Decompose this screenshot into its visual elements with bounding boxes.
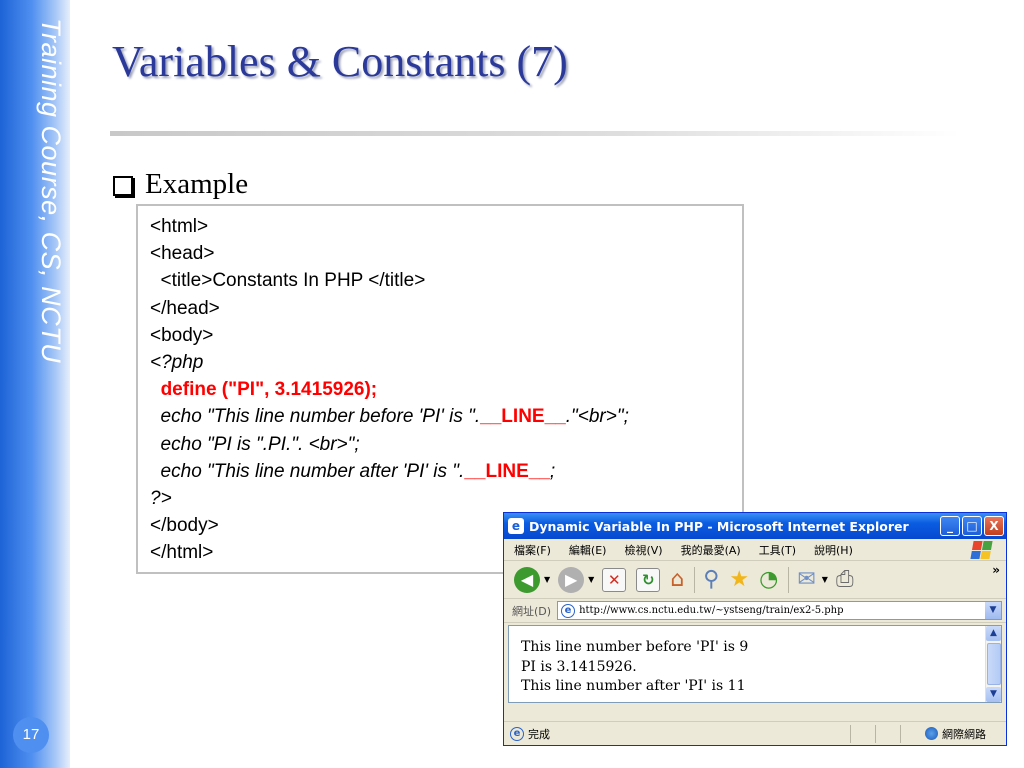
toolbar-separator <box>788 566 790 593</box>
bullet-text: Example <box>145 168 249 200</box>
browser-window: e Dynamic Variable In PHP - Microsoft In… <box>503 512 1007 746</box>
status-separator <box>875 724 876 743</box>
code-line: echo "This line number before 'PI' is ".… <box>150 403 742 430</box>
code-text: echo "PI is ".PI.". <br>"; <box>150 433 360 455</box>
back-dropdown-icon[interactable]: ▼ <box>544 575 550 584</box>
minimize-button[interactable]: _ <box>940 516 960 536</box>
home-icon[interactable]: ⌂ <box>670 567 684 593</box>
search-icon[interactable]: ⚲ <box>703 567 719 593</box>
scroll-down-icon[interactable]: ▼ <box>986 687 1001 702</box>
window-title: Dynamic Variable In PHP - Microsoft Inte… <box>529 518 909 534</box>
code-line: <html> <box>150 213 742 240</box>
ie-logo-icon: e <box>508 518 524 534</box>
toolbar-separator <box>694 566 696 593</box>
security-zone-text: 網際網路 <box>942 727 986 741</box>
toolbar-more-icon[interactable]: » <box>992 563 1000 577</box>
stop-icon[interactable]: ✕ <box>602 567 627 592</box>
address-dropdown-icon[interactable]: ▼ <box>985 602 1001 619</box>
code-text: </head> <box>150 297 220 319</box>
windows-logo-icon <box>970 541 993 559</box>
refresh-icon[interactable]: ↻ <box>636 567 661 592</box>
status-page-icon: e <box>510 726 524 741</box>
mail-dropdown-icon[interactable]: ▼ <box>822 575 828 584</box>
code-line: <?php <box>150 349 742 376</box>
output-line: PI is 3.1415926. <box>521 658 637 675</box>
back-icon[interactable]: ◀ <box>514 566 540 593</box>
internet-globe-icon <box>925 727 938 740</box>
forward-dropdown-icon[interactable]: ▼ <box>588 575 594 584</box>
code-line: <body> <box>150 322 742 349</box>
menu-favorites[interactable]: 我的最愛(A) <box>681 542 741 558</box>
address-url[interactable]: http://www.cs.nctu.edu.tw/~ystseng/train… <box>579 605 843 616</box>
checkbox-bullet-icon <box>113 175 133 196</box>
code-highlight: __LINE__ <box>480 406 566 428</box>
menu-file[interactable]: 檔案(F) <box>514 542 551 558</box>
page-number-badge: 17 <box>13 717 49 753</box>
code-text: <body> <box>150 324 214 346</box>
maximize-button[interactable]: □ <box>962 516 982 536</box>
scroll-thumb[interactable] <box>987 643 1001 685</box>
scroll-up-icon[interactable]: ▲ <box>986 626 1001 641</box>
status-separator <box>900 724 901 743</box>
code-highlight: __LINE__ <box>464 460 550 482</box>
slide-title: Variables & Constants (7) <box>112 37 568 86</box>
address-label: 網址(D) <box>512 604 552 618</box>
code-line: echo "PI is ".PI.". <br>"; <box>150 431 742 458</box>
code-text: <title>Constants In PHP </title> <box>150 270 426 292</box>
code-text: <html> <box>150 216 209 237</box>
address-bar: 網址(D) e http://www.cs.nctu.edu.tw/~ystse… <box>504 599 1006 623</box>
page-output: This line number before 'PI' is 9 PI is … <box>509 626 1001 697</box>
status-bar: e 完成 網際網路 <box>504 721 1006 745</box>
output-line: This line number after 'PI' is 11 <box>521 678 746 694</box>
code-line: </head> <box>150 295 742 322</box>
print-icon[interactable]: ⎙ <box>836 567 854 593</box>
code-text: echo "This line number before 'PI' is ". <box>150 406 481 428</box>
status-separator <box>850 724 851 743</box>
standard-toolbar: ◀ ▼ ▶ ▼ ✕ ↻ ⌂ ⚲ ★ ◔ ✉ ▼ ⎙ » <box>504 561 1006 599</box>
sidebar-banner: Training Course, CS, NCTU 17 <box>0 0 70 768</box>
menu-tools[interactable]: 工具(T) <box>759 542 796 558</box>
code-line: <head> <box>150 240 742 267</box>
output-line: This line number before 'PI' is 9 <box>521 639 749 655</box>
code-text: <?php <box>150 352 204 374</box>
address-input[interactable]: e http://www.cs.nctu.edu.tw/~ystseng/tra… <box>557 601 1002 620</box>
status-text: 完成 <box>528 727 550 741</box>
code-text: ?> <box>150 488 172 510</box>
menu-view[interactable]: 檢視(V) <box>624 542 662 558</box>
code-text: ; <box>549 460 556 482</box>
browser-titlebar[interactable]: e Dynamic Variable In PHP - Microsoft In… <box>504 513 1006 539</box>
code-line: <title>Constants In PHP </title> <box>150 267 742 294</box>
page-icon: e <box>561 603 576 618</box>
forward-icon[interactable]: ▶ <box>558 566 585 593</box>
menu-bar: 檔案(F) 編輯(E) 檢視(V) 我的最愛(A) 工具(T) 說明(H) <box>504 539 1006 561</box>
vertical-scrollbar[interactable]: ▲ ▼ <box>985 626 1001 702</box>
page-content: This line number before 'PI' is 9 PI is … <box>508 625 1002 703</box>
history-icon[interactable]: ◔ <box>759 567 778 593</box>
favorites-star-icon[interactable]: ★ <box>729 567 749 593</box>
code-text: </body> <box>150 515 219 537</box>
code-line: ?> <box>150 485 742 512</box>
code-line: echo "This line number after 'PI' is "._… <box>150 458 742 485</box>
code-highlight: define ("PI", 3.1415926); <box>160 379 378 401</box>
mail-icon[interactable]: ✉ <box>797 567 815 593</box>
course-title: Training Course, CS, NCTU <box>36 18 66 364</box>
bullet-item: Example <box>113 168 248 201</box>
code-text: ."<br>"; <box>565 406 629 428</box>
title-divider <box>110 131 960 136</box>
code-text: echo "This line number after 'PI' is ". <box>150 460 465 482</box>
code-line: define ("PI", 3.1415926); <box>150 376 742 403</box>
close-button[interactable]: X <box>984 516 1004 536</box>
menu-edit[interactable]: 編輯(E) <box>569 542 607 558</box>
menu-help[interactable]: 說明(H) <box>814 542 853 558</box>
code-text: <head> <box>150 243 215 265</box>
code-text: </html> <box>150 542 214 564</box>
